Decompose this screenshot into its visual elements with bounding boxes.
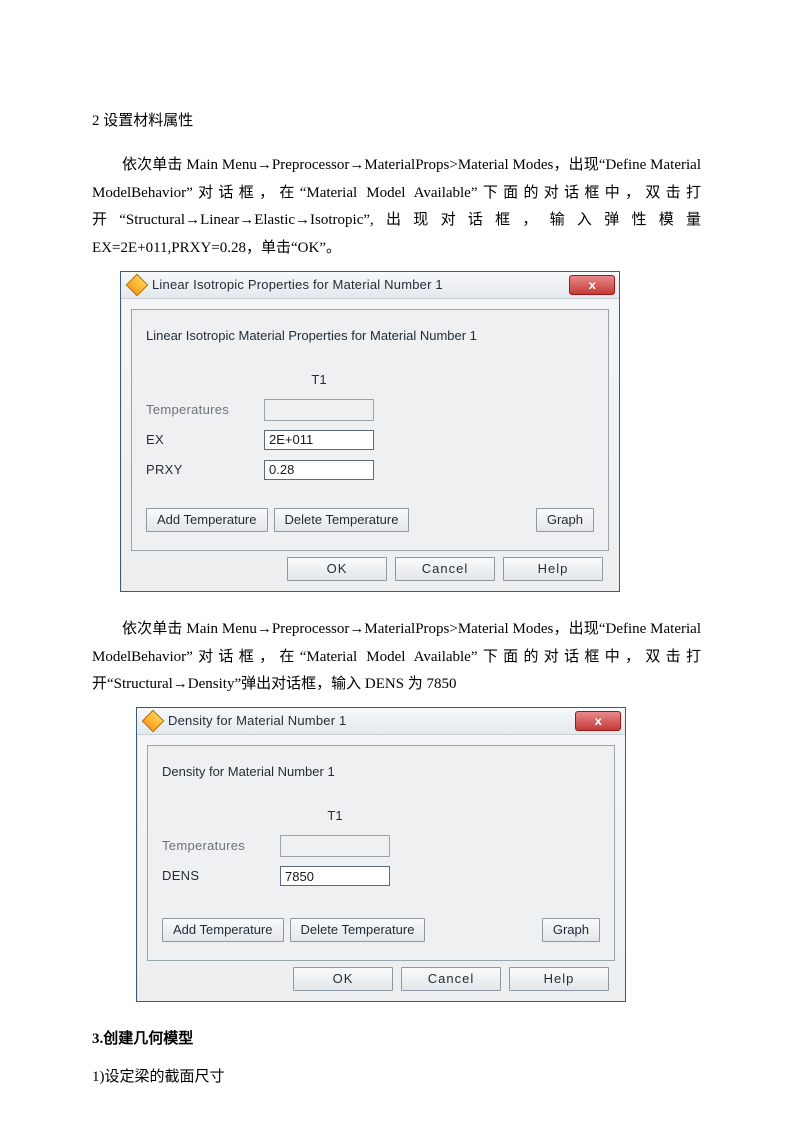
ex-input[interactable] (264, 430, 374, 450)
dens-input[interactable] (280, 866, 390, 886)
column-header-t1: T1 (264, 368, 374, 392)
dialog-heading: Density for Material Number 1 (162, 760, 600, 784)
temperatures-cell[interactable] (280, 835, 390, 857)
temperatures-cell[interactable] (264, 399, 374, 421)
add-temperature-button[interactable]: Add Temperature (162, 918, 284, 942)
row-label-dens: DENS (162, 864, 272, 888)
graph-button[interactable]: Graph (542, 918, 600, 942)
row-label-temperatures: Temperatures (162, 834, 272, 858)
cancel-button[interactable]: Cancel (395, 557, 495, 581)
delete-temperature-button[interactable]: Delete Temperature (290, 918, 426, 942)
row-label-prxy: PRXY (146, 458, 256, 482)
ansys-icon (126, 273, 149, 296)
column-header-t1: T1 (280, 804, 390, 828)
row-label-temperatures: Temperatures (146, 398, 256, 422)
row-label-ex: EX (146, 428, 256, 452)
paragraph: 依次单击 Main Menu→Preprocessor→MaterialProp… (92, 616, 701, 699)
dialog-linear-isotropic: Linear Isotropic Properties for Material… (120, 271, 620, 592)
ok-button[interactable]: OK (293, 967, 393, 991)
prxy-input[interactable] (264, 460, 374, 480)
dialog-density: Density for Material Number 1 x Density … (136, 707, 626, 1002)
close-button[interactable]: x (569, 275, 615, 295)
graph-button[interactable]: Graph (536, 508, 594, 532)
help-button[interactable]: Help (509, 967, 609, 991)
close-button[interactable]: x (575, 711, 621, 731)
delete-temperature-button[interactable]: Delete Temperature (274, 508, 410, 532)
titlebar: Linear Isotropic Properties for Material… (121, 272, 619, 299)
paragraph: 依次单击 Main Menu→Preprocessor→MaterialProp… (92, 152, 701, 263)
close-icon: x (588, 279, 595, 291)
section-heading-material: 2 设置材料属性 (92, 108, 701, 136)
add-temperature-button[interactable]: Add Temperature (146, 508, 268, 532)
close-icon: x (594, 715, 601, 727)
titlebar: Density for Material Number 1 x (137, 708, 625, 735)
subheading-section-dimensions: 1)设定梁的截面尺寸 (92, 1064, 701, 1092)
title-text: Linear Isotropic Properties for Material… (152, 273, 569, 297)
help-button[interactable]: Help (503, 557, 603, 581)
section-heading-geometry: 3.创建几何模型 (92, 1026, 701, 1054)
ansys-icon (142, 710, 165, 733)
ok-button[interactable]: OK (287, 557, 387, 581)
cancel-button[interactable]: Cancel (401, 967, 501, 991)
title-text: Density for Material Number 1 (168, 709, 575, 733)
dialog-heading: Linear Isotropic Material Properties for… (146, 324, 594, 348)
